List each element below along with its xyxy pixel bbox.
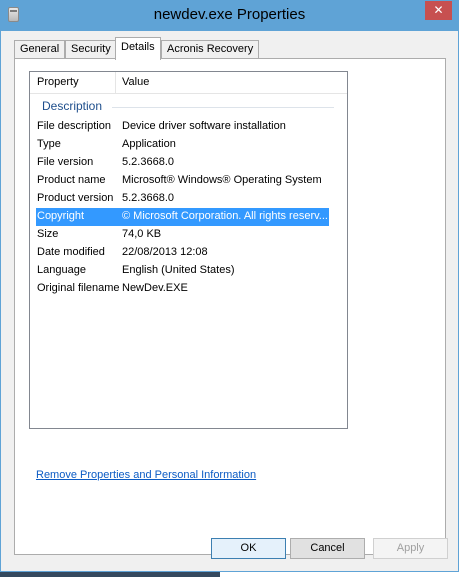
- column-divider[interactable]: [115, 72, 116, 94]
- column-header-property[interactable]: Property: [37, 76, 79, 88]
- list-item[interactable]: Product name Microsoft® Windows® Operati…: [30, 172, 347, 190]
- property-name: Date modified: [37, 246, 105, 258]
- property-value: Microsoft® Windows® Operating System: [122, 174, 322, 186]
- property-name: Product version: [37, 192, 114, 204]
- property-value: 74,0 KB: [122, 228, 162, 240]
- property-value: Application: [122, 138, 176, 150]
- column-header-value[interactable]: Value: [122, 76, 149, 88]
- tab-acronis-recovery[interactable]: Acronis Recovery: [161, 40, 260, 59]
- group-label: Description: [42, 99, 103, 113]
- list-item[interactable]: Size 74,0 KB: [30, 226, 347, 244]
- close-icon: ✕: [433, 3, 444, 17]
- group-divider: [112, 107, 334, 108]
- apply-button[interactable]: Apply: [373, 538, 448, 559]
- cancel-button[interactable]: Cancel: [290, 538, 365, 559]
- list-item[interactable]: Type Application: [30, 136, 347, 154]
- details-list[interactable]: Property Value Description File descript…: [29, 71, 348, 429]
- properties-window: newdev.exe Properties ✕ General Security…: [0, 0, 459, 572]
- remove-properties-link[interactable]: Remove Properties and Personal Informati…: [36, 469, 256, 481]
- ok-button[interactable]: OK: [211, 538, 286, 559]
- property-value: Device driver software installation: [122, 120, 286, 132]
- property-name: Copyright: [37, 210, 85, 222]
- property-value: 5.2.3668.0: [122, 156, 174, 168]
- list-item-selected[interactable]: Copyright © Microsoft Corporation. All r…: [36, 208, 329, 226]
- tab-security[interactable]: Security: [65, 40, 117, 59]
- list-item[interactable]: Language English (United States): [30, 262, 347, 280]
- taskbar-strip: [0, 572, 459, 577]
- property-name: Original filename: [37, 282, 120, 294]
- list-item[interactable]: Original filename NewDev.EXE: [30, 280, 347, 298]
- details-tab-panel: Property Value Description File descript…: [14, 58, 446, 555]
- property-name: Type: [37, 138, 61, 150]
- title-bar[interactable]: newdev.exe Properties ✕: [1, 1, 458, 31]
- property-value: © Microsoft Corporation. All rights rese…: [122, 210, 328, 222]
- taskbar-segment: [0, 572, 220, 577]
- group-header-description[interactable]: Description: [30, 98, 347, 116]
- window-title: newdev.exe Properties: [153, 6, 306, 23]
- property-value: English (United States): [122, 264, 235, 276]
- property-name: File description: [37, 120, 111, 132]
- tab-general[interactable]: General: [14, 40, 66, 59]
- list-item[interactable]: File version 5.2.3668.0: [30, 154, 347, 172]
- close-button[interactable]: ✕: [425, 1, 452, 20]
- property-name: Language: [37, 264, 86, 276]
- list-header: Property Value: [30, 72, 347, 94]
- property-value: 22/08/2013 12:08: [122, 246, 208, 258]
- list-item[interactable]: Date modified 22/08/2013 12:08: [30, 244, 347, 262]
- property-name: Size: [37, 228, 59, 240]
- dialog-client-area: General Security Details Acronis Recover…: [7, 31, 452, 565]
- property-name: File version: [37, 156, 94, 168]
- list-item[interactable]: File description Device driver software …: [30, 118, 347, 136]
- property-name: Product name: [37, 174, 106, 186]
- property-value: NewDev.EXE: [122, 282, 188, 294]
- tab-details[interactable]: Details: [115, 37, 161, 60]
- list-item[interactable]: Product version 5.2.3668.0: [30, 190, 347, 208]
- property-value: 5.2.3668.0: [122, 192, 174, 204]
